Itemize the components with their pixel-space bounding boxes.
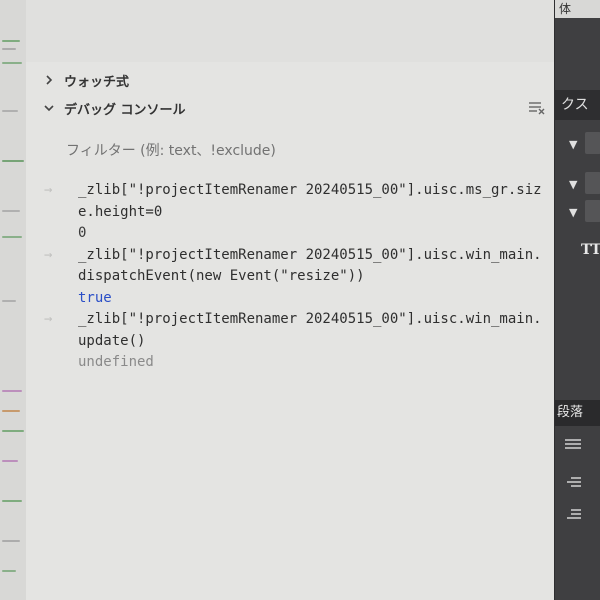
leading-field[interactable] (585, 200, 600, 222)
prompt-arrow-icon: → (44, 182, 53, 198)
font-field[interactable] (585, 132, 600, 154)
chevron-down-icon (42, 101, 56, 115)
watch-section-header[interactable]: ウォッチ式 (42, 68, 129, 92)
code-line (2, 500, 22, 502)
editor-gutter (0, 0, 27, 600)
prompt-arrow-icon: → (44, 311, 53, 327)
panel-top-area (26, 0, 554, 62)
dropdown-arrow-icon[interactable]: ▼ (569, 178, 577, 191)
console-entry: → _zlib["!projectItemRenamer 20240515_00… (44, 309, 548, 374)
right-top-bar: 体 (555, 0, 600, 18)
code-line (2, 460, 18, 462)
code-line (2, 236, 22, 238)
console-input-text: _zlib["!projectItemRenamer 20240515_00"]… (78, 246, 542, 285)
dropdown-arrow-icon[interactable]: ▼ (569, 138, 577, 151)
console-entry: → _zlib["!projectItemRenamer 20240515_00… (44, 245, 548, 310)
font-label: 体 (559, 2, 572, 16)
console-result: true (78, 289, 112, 306)
console-input-text: _zlib["!projectItemRenamer 20240515_00"]… (78, 182, 542, 220)
code-line (2, 570, 16, 572)
code-line (2, 430, 24, 432)
console-output: → _zlib["!projectItemRenamer 20240515_00… (44, 180, 548, 374)
code-line (2, 110, 18, 112)
code-line (2, 210, 20, 212)
code-line (2, 160, 24, 162)
size-field[interactable] (585, 172, 600, 194)
code-line (2, 48, 16, 50)
code-line (2, 540, 20, 542)
prompt-arrow-icon: → (44, 246, 53, 263)
code-line (2, 62, 22, 64)
console-input-text: _zlib["!projectItemRenamer 20240515_00"]… (78, 311, 542, 349)
debug-console-section-label: デバッグ コンソール (64, 102, 186, 118)
code-line (2, 390, 22, 392)
debug-panel: ウォッチ式 デバッグ コンソール → _zlib["!projectItemRe… (26, 0, 554, 600)
tab-paragraph[interactable]: 段落 (555, 400, 600, 426)
console-filter-input[interactable] (64, 136, 548, 166)
clear-console-icon[interactable] (528, 100, 546, 116)
code-line (2, 300, 16, 302)
align-icon[interactable] (563, 438, 583, 452)
watch-section-label: ウォッチ式 (64, 74, 130, 90)
right-panel-header: クス (555, 90, 600, 120)
code-line (2, 410, 20, 412)
align-icon[interactable] (563, 508, 583, 522)
align-icon[interactable] (563, 476, 583, 490)
tt-button[interactable]: TT (581, 242, 600, 258)
code-line (2, 40, 20, 42)
properties-panel: 体 クス ▼ ▼ ▼ TT 段落 (554, 0, 600, 600)
chevron-right-icon (42, 73, 56, 87)
dropdown-arrow-icon[interactable]: ▼ (569, 206, 577, 219)
debug-console-section-header[interactable]: デバッグ コンソール (42, 96, 186, 120)
console-result: undefined (78, 354, 154, 370)
console-result: 0 (78, 225, 87, 241)
console-entry: → _zlib["!projectItemRenamer 20240515_00… (44, 180, 548, 245)
